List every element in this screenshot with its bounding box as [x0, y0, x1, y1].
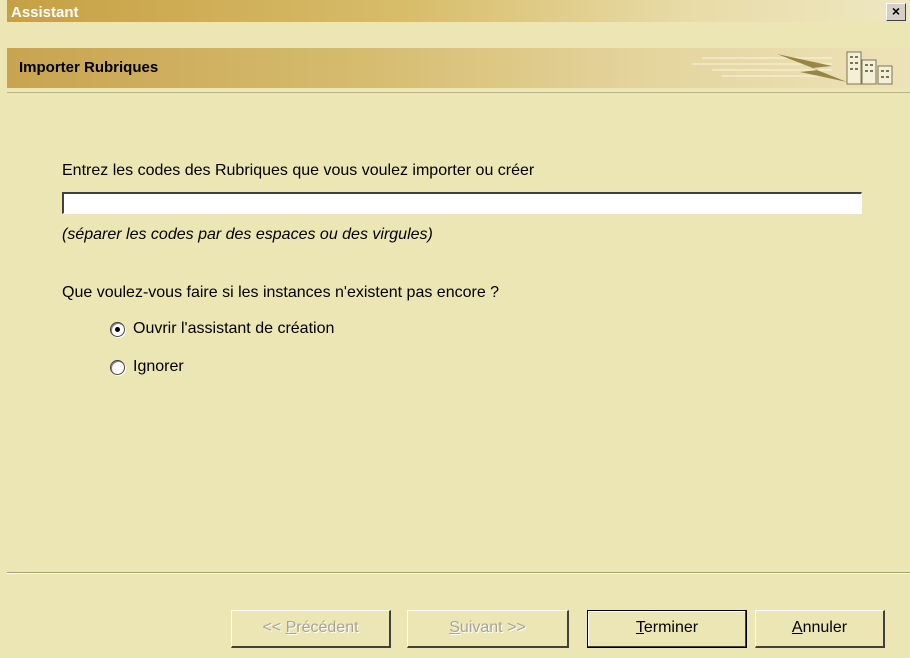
footer-divider [7, 572, 910, 574]
radio-label: Ouvrir l'assistant de création [133, 320, 335, 337]
radio-open-creation-wizard[interactable]: Ouvrir l'assistant de création [110, 320, 334, 338]
radio-ignore[interactable]: Ignorer [110, 358, 184, 376]
button-mnemonic: P [285, 619, 297, 636]
previous-button[interactable]: << Précédent [231, 610, 391, 648]
wizard-step-title: Importer Rubriques [19, 59, 159, 76]
cancel-button[interactable]: Annuler [755, 610, 885, 648]
radio-selected-dot [115, 326, 120, 332]
codes-hint: (séparer les codes par des espaces ou de… [62, 226, 433, 243]
button-mnemonic: S [449, 619, 460, 636]
wizard-header: Importer Rubriques [7, 22, 910, 93]
radio-button[interactable] [110, 321, 125, 337]
radio-button[interactable] [110, 359, 125, 375]
button-label: récédent [296, 619, 359, 636]
button-label: nnuler [802, 619, 848, 636]
close-icon: × [891, 3, 901, 19]
button-label: erminer [643, 619, 699, 636]
button-mnemonic: A [791, 619, 803, 636]
next-button[interactable]: Suivant >> [407, 610, 569, 648]
radio-label: Ignorer [133, 358, 184, 375]
missing-instances-question: Que voulez-vous faire si les instances n… [62, 284, 500, 301]
wizard-content: Entrez les codes des Rubriques que vous … [7, 92, 910, 658]
close-button[interactable]: × [886, 3, 906, 21]
finish-button[interactable]: Terminer [587, 610, 747, 648]
button-mnemonic: T [635, 619, 644, 636]
button-label: uivant >> [459, 619, 526, 636]
button-prefix: << [262, 619, 286, 636]
window-title: Assistant [11, 4, 79, 21]
codes-prompt-label: Entrez les codes des Rubriques que vous … [62, 162, 535, 179]
building-lightning-icon [692, 51, 893, 85]
wizard-window: Assistant × Importer Rubriques Entrez le… [0, 0, 910, 658]
codes-input[interactable] [62, 192, 862, 214]
